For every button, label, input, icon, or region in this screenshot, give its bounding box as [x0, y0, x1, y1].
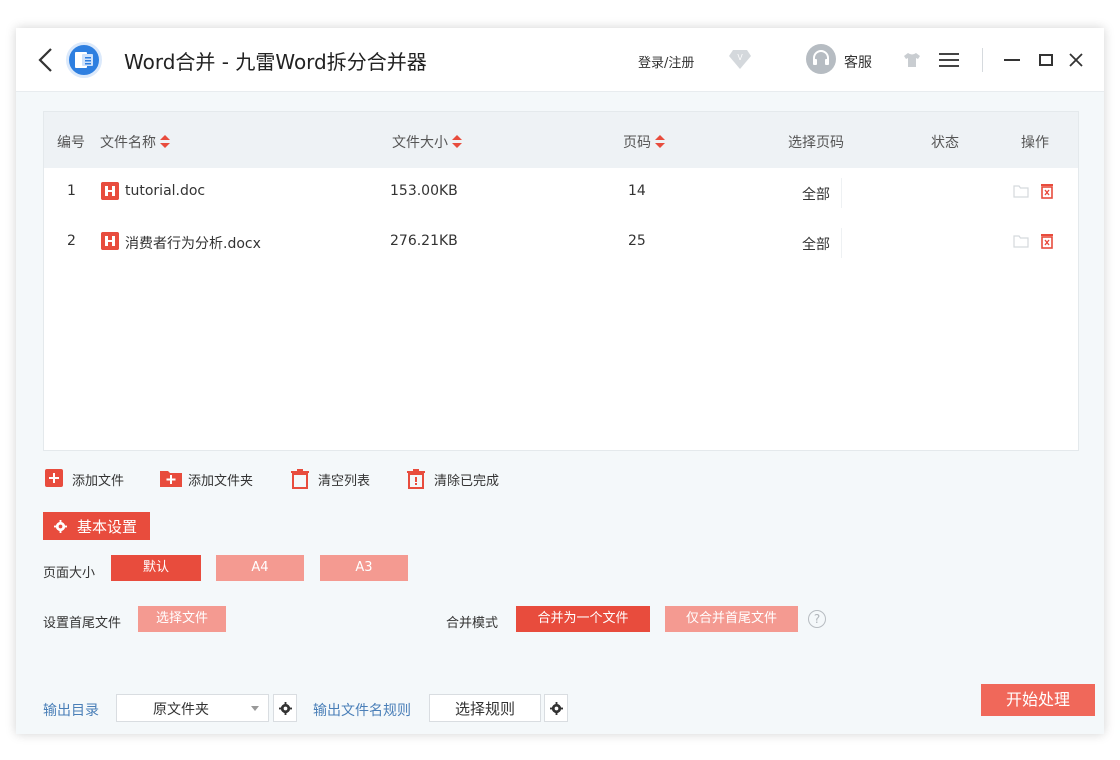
folder-icon[interactable]	[1013, 234, 1029, 248]
add-file-button[interactable]: 添加文件	[45, 467, 145, 491]
merge-into-one-option[interactable]: 合并为一个文件	[516, 606, 650, 632]
maximize-button[interactable]	[1036, 50, 1056, 70]
titlebar-divider	[982, 48, 983, 72]
add-folder-button[interactable]: 添加文件夹	[160, 467, 270, 491]
gear-icon	[279, 702, 292, 715]
header-name-sort[interactable]: 文件名称	[100, 132, 170, 152]
clear-completed-label: 清除已完成	[434, 474, 500, 489]
file-size: 153.00KB	[390, 183, 458, 199]
start-processing-button[interactable]: 开始处理	[981, 684, 1095, 716]
file-table: 编号 文件名称 文件大小 页码 选择页码 状态 操作 1 tutorial.do…	[43, 111, 1079, 451]
page-size-label: 页面大小	[43, 566, 96, 581]
output-dir-label: 输出目录	[43, 703, 99, 719]
header-status: 状态	[931, 135, 959, 151]
page-range-select[interactable]: 全部	[794, 228, 842, 258]
gear-icon	[550, 702, 563, 715]
row-index: 1	[67, 183, 76, 199]
app-window: Word合并 - 九雷Word拆分合并器 登录/注册 V 客服 编号 文件名称 …	[16, 28, 1104, 734]
head-tail-file-label: 设置首尾文件	[43, 616, 122, 631]
table-row[interactable]: 2 消费者行为分析.docx 276.21KB 25 全部	[44, 218, 1078, 268]
clear-completed-icon	[407, 469, 425, 489]
folder-icon[interactable]	[1013, 184, 1029, 198]
svg-text:V: V	[737, 53, 743, 62]
chevron-left-icon	[38, 48, 52, 72]
page-size-a4-option[interactable]: A4	[216, 555, 304, 581]
page-count: 14	[628, 183, 646, 199]
page-size-a3-option[interactable]: A3	[320, 555, 408, 581]
maximize-icon	[1039, 54, 1053, 66]
page-range-select[interactable]: 全部	[794, 178, 842, 208]
basic-settings-tab[interactable]: 基本设置	[43, 512, 150, 540]
sort-icon	[160, 135, 170, 148]
file-name: 消费者行为分析.docx	[125, 236, 261, 252]
clear-list-button[interactable]: 清空列表	[290, 467, 390, 491]
trash-icon	[291, 469, 309, 489]
clear-completed-button[interactable]: 清除已完成	[406, 467, 516, 491]
help-icon[interactable]: ?	[808, 610, 826, 628]
add-folder-icon	[160, 471, 182, 487]
header-name-label: 文件名称	[100, 135, 156, 151]
file-name: tutorial.doc	[125, 183, 206, 199]
page-count: 25	[628, 233, 646, 249]
choose-rule-button[interactable]: 选择规则	[429, 694, 541, 722]
vip-diamond-icon[interactable]: V	[728, 48, 752, 70]
login-register-link[interactable]: 登录/注册	[638, 52, 694, 71]
wps-doc-icon	[101, 182, 119, 200]
tshirt-icon[interactable]	[902, 50, 922, 70]
choose-file-button[interactable]: 选择文件	[138, 606, 226, 632]
delete-icon[interactable]	[1040, 183, 1054, 199]
sort-icon	[655, 135, 665, 148]
gear-icon	[54, 520, 67, 533]
minimize-icon	[1004, 59, 1020, 61]
close-button[interactable]	[1066, 50, 1086, 70]
clear-list-label: 清空列表	[318, 474, 371, 489]
add-folder-label: 添加文件夹	[188, 474, 254, 489]
name-rule-settings-button[interactable]	[544, 694, 568, 722]
add-file-label: 添加文件	[72, 474, 125, 489]
headset-icon[interactable]	[806, 44, 836, 74]
merge-mode-label: 合并模式	[446, 616, 499, 631]
output-name-rule-label: 输出文件名规则	[313, 703, 411, 719]
output-dir-select[interactable]: 原文件夹	[116, 694, 269, 722]
header-select-pages: 选择页码	[788, 135, 844, 151]
dropdown-arrow-icon	[251, 706, 259, 711]
header-size-sort[interactable]: 文件大小	[392, 132, 462, 152]
merge-head-tail-only-option[interactable]: 仅合并首尾文件	[665, 606, 798, 632]
app-title: Word合并 - 九雷Word拆分合并器	[124, 50, 427, 74]
output-dir-value: 原文件夹	[153, 702, 209, 718]
app-logo	[66, 42, 102, 78]
customer-service-link[interactable]: 客服	[844, 52, 872, 72]
wps-doc-icon	[101, 232, 119, 250]
header-index: 编号	[57, 135, 85, 151]
hamburger-menu-icon[interactable]	[938, 50, 960, 70]
row-index: 2	[67, 233, 76, 249]
title-bar: Word合并 - 九雷Word拆分合并器 登录/注册 V 客服	[16, 28, 1104, 92]
back-button[interactable]	[34, 45, 58, 75]
header-size-label: 文件大小	[392, 135, 448, 151]
add-file-icon	[45, 469, 63, 487]
table-header: 编号 文件名称 文件大小 页码 选择页码 状态 操作	[44, 112, 1078, 168]
header-action: 操作	[1021, 135, 1049, 151]
basic-settings-label: 基本设置	[77, 518, 138, 536]
header-pages-label: 页码	[623, 135, 651, 151]
header-pages-sort[interactable]: 页码	[623, 132, 665, 152]
table-row[interactable]: 1 tutorial.doc 153.00KB 14 全部	[44, 168, 1078, 218]
word-logo-icon	[75, 52, 93, 68]
output-dir-settings-button[interactable]	[273, 694, 297, 722]
page-size-default-option[interactable]: 默认	[111, 555, 201, 581]
minimize-button[interactable]	[1002, 50, 1022, 70]
delete-icon[interactable]	[1040, 233, 1054, 249]
sort-icon	[452, 135, 462, 148]
close-icon	[1069, 53, 1083, 67]
file-size: 276.21KB	[390, 233, 458, 249]
